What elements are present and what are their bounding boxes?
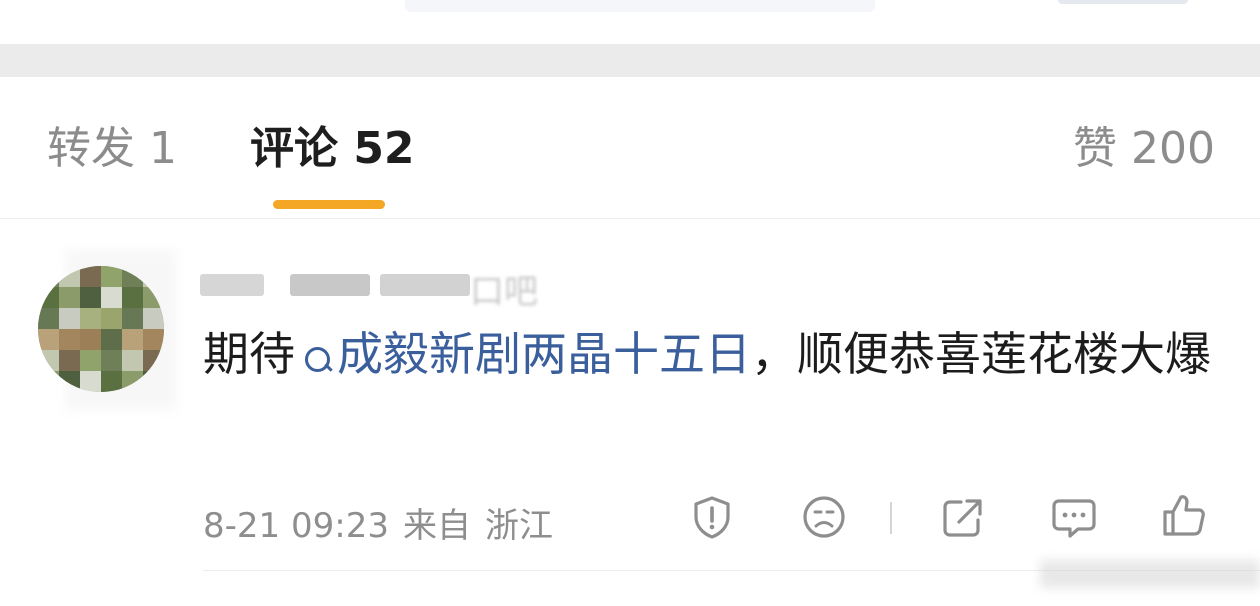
- shield-alert-icon: [694, 496, 730, 539]
- avatar-pixel: [122, 371, 143, 392]
- avatar-pixel: [80, 266, 101, 287]
- avatar-pixel: [38, 350, 59, 371]
- avatar-pixel: [101, 287, 122, 308]
- avatar-pixel: [143, 329, 164, 350]
- avatar-pixel: [101, 371, 122, 392]
- avatar-pixel: [101, 350, 122, 371]
- avatar-pixel: [122, 287, 143, 308]
- reply-button[interactable]: [1050, 493, 1098, 541]
- section-separator: [0, 44, 1260, 77]
- top-strip: [0, 0, 1260, 44]
- avatar-pixel: [59, 350, 80, 371]
- topic-link[interactable]: 成毅新剧两晶十五日: [295, 327, 751, 381]
- comment-location: 浙江: [484, 506, 553, 546]
- comment-body: 期待 成毅新剧两晶十五日，顺便恭喜莲花楼大爆: [203, 318, 1213, 391]
- avatar-pixel: [38, 308, 59, 329]
- avatar-pixel: [59, 266, 80, 287]
- avatar-pixel: [38, 371, 59, 392]
- avatar-pixel: [101, 329, 122, 350]
- avatar[interactable]: [38, 266, 164, 392]
- avatar-pixel: [80, 308, 101, 329]
- avatar-pixel: [59, 308, 80, 329]
- avatar-pixel: [122, 329, 143, 350]
- comment-text-before: 期待: [203, 327, 295, 381]
- action-divider: [890, 502, 892, 534]
- comment-text-after: ，顺便恭喜莲花楼大爆: [751, 327, 1211, 381]
- dislike-button[interactable]: [800, 493, 848, 541]
- avatar-pixel: [38, 266, 59, 287]
- avatar-pixel: [143, 308, 164, 329]
- avatar-pixel: [59, 287, 80, 308]
- tab-reposts[interactable]: 转发 1: [47, 124, 177, 174]
- avatar-pixel: [143, 350, 164, 371]
- tab-bar: 转发 1 评论 52 赞 200: [0, 77, 1260, 219]
- top-input-edge: [405, 0, 875, 12]
- avatar-pixel: [38, 329, 59, 350]
- avatar-pixel: [143, 266, 164, 287]
- tab-likes[interactable]: 赞 200: [1073, 124, 1215, 174]
- redacted-blur-region: [1040, 560, 1260, 588]
- comment-item: 口吧 期待 成毅新剧两晶十五日，顺便恭喜莲花楼大爆 8-21 09:23 来自 浙江: [0, 220, 1260, 606]
- avatar-pixel: [59, 329, 80, 350]
- report-button[interactable]: [688, 493, 736, 541]
- share-button[interactable]: [939, 493, 987, 541]
- tab-comments[interactable]: 评论 52: [250, 124, 415, 174]
- like-button[interactable]: [1160, 491, 1208, 539]
- avatar-pixel: [122, 266, 143, 287]
- thumbs-up-icon: [1163, 495, 1205, 536]
- avatar-pixel: [80, 350, 101, 371]
- share-icon: [943, 499, 982, 537]
- comment-date: 8-21 09:23: [203, 506, 389, 546]
- topic-text: 成毅新剧两晶十五日: [337, 327, 751, 381]
- search-icon: [303, 335, 333, 381]
- avatar-pixel: [80, 371, 101, 392]
- comment-meta: 8-21 09:23 来自 浙江: [203, 498, 567, 547]
- avatar-pixel: [122, 308, 143, 329]
- avatar-pixel: [38, 287, 59, 308]
- avatar-pixel: [59, 371, 80, 392]
- source-label: 来自: [402, 506, 471, 546]
- avatar-pixel: [122, 350, 143, 371]
- username-redacted[interactable]: 口吧: [200, 264, 540, 312]
- top-button-edge: [1058, 0, 1188, 4]
- avatar-pixel: [143, 287, 164, 308]
- avatar-pixel: [101, 266, 122, 287]
- avatar-pixel: [101, 308, 122, 329]
- avatar-pixel: [80, 287, 101, 308]
- active-tab-indicator: [273, 200, 385, 209]
- comment-icon: [1052, 499, 1096, 538]
- sad-face-icon: [803, 496, 845, 538]
- avatar-pixel: [80, 329, 101, 350]
- avatar-pixel: [143, 371, 164, 392]
